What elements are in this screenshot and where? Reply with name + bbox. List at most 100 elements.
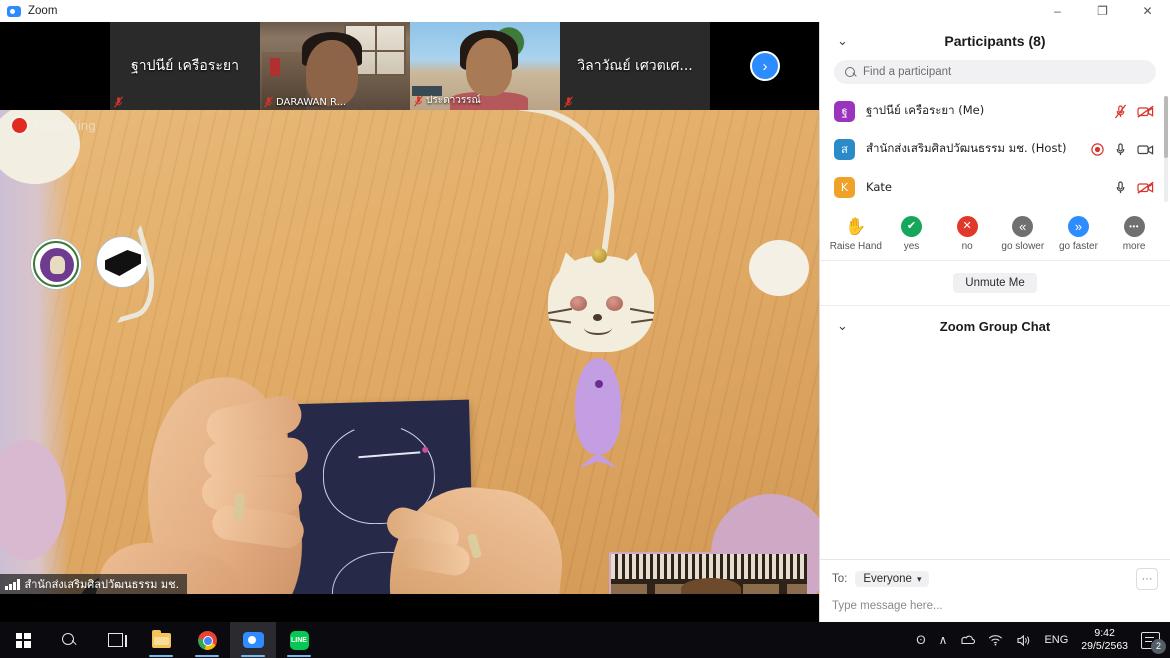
filmstrip-left-pad xyxy=(0,22,110,110)
unmute-me-button[interactable]: Unmute Me xyxy=(953,273,1037,293)
participant-row[interactable]: ส สำนักส่งเสริมศิลปวัฒนธรรม มช. (Host) xyxy=(820,130,1170,168)
chat-messages-area[interactable] xyxy=(820,346,1170,559)
window-title: Zoom xyxy=(28,5,58,17)
people-icon[interactable]: ʘ xyxy=(916,633,925,647)
taskbar-search-button[interactable] xyxy=(46,622,92,658)
right-side-panel: ⌄ Participants (8) Find a participant ฐ … xyxy=(819,22,1170,622)
search-input[interactable]: Find a participant xyxy=(863,66,951,78)
thumb-label: ประดาวรรณ์ xyxy=(414,93,481,108)
muted-mic-icon xyxy=(264,96,273,108)
recording-label: Recording xyxy=(34,118,96,133)
participant-name: สำนักส่งเสริมศิลปวัฒนธรรม มช. (Host) xyxy=(866,141,1067,155)
chevron-down-icon: ▾ xyxy=(916,573,922,584)
fish-charm-craft xyxy=(575,358,621,454)
double-chevron-right-icon: » xyxy=(1067,216,1089,237)
chevron-right-icon: › xyxy=(750,51,780,81)
chat-more-options-button[interactable]: ··· xyxy=(1136,568,1158,590)
reaction-raise-hand[interactable]: ✋ Raise Hand xyxy=(829,216,883,252)
reaction-yes[interactable]: ✔ yes xyxy=(884,216,938,252)
reaction-go-faster[interactable]: » go faster xyxy=(1051,216,1105,252)
filmstrip-thumb[interactable]: ประดาวรรณ์ xyxy=(410,22,560,110)
task-view-button[interactable] xyxy=(92,622,138,658)
decor-blob xyxy=(749,240,809,296)
search-icon xyxy=(62,633,76,647)
reaction-go-slower[interactable]: « go slower xyxy=(996,216,1050,252)
participants-header[interactable]: ⌄ Participants (8) xyxy=(820,22,1170,60)
muted-mic-icon[interactable] xyxy=(1114,104,1127,119)
recording-icon[interactable] xyxy=(1091,142,1104,156)
zoom-app-window: Zoom – ❐ ✕ ฐาปนีย์ เครือระยา DARAWAN R..… xyxy=(0,0,1170,658)
filmstrip-thumb[interactable]: วิลาวัณย์ เศวตเศ... xyxy=(560,22,710,110)
picture-in-picture-speaker[interactable] xyxy=(609,552,809,594)
shared-video-stage[interactable]: Recording สำนักส่งเสริมศิลปวัฒนธรรม มช. xyxy=(0,110,819,594)
filmstrip-thumb[interactable]: ฐาปนีย์ เครือระยา xyxy=(110,22,260,110)
clock-time: 9:42 xyxy=(1094,627,1115,639)
participants-scrollbar-thumb[interactable] xyxy=(1164,96,1168,158)
folder-icon xyxy=(151,629,171,648)
reaction-label: go faster xyxy=(1058,241,1098,252)
file-explorer-button[interactable] xyxy=(138,622,184,658)
volume-icon[interactable] xyxy=(1016,634,1031,647)
participant-status-icons xyxy=(1114,180,1154,195)
participants-list[interactable]: ฐ ฐาปนีย์ เครือระยา (Me) ส สำนักส่งเสริม… xyxy=(820,92,1170,207)
chat-message-input[interactable]: Type message here... xyxy=(832,600,1158,612)
avatar: K xyxy=(834,176,855,198)
mic-icon[interactable] xyxy=(1114,142,1127,157)
title-bar-left: Zoom xyxy=(0,5,57,17)
filmstrip-next-button[interactable]: › xyxy=(710,22,819,110)
clock[interactable]: 9:42 29/5/2563 xyxy=(1081,627,1128,653)
reaction-label: more xyxy=(1122,241,1146,252)
participant-name: Kate xyxy=(866,180,892,194)
chrome-icon xyxy=(197,630,217,650)
participant-row[interactable]: ฐ ฐาปนีย์ เครือระยา (Me) xyxy=(820,92,1170,130)
line-button[interactable]: LINE xyxy=(276,622,322,658)
start-button[interactable] xyxy=(0,622,46,658)
zoom-taskbar-button[interactable] xyxy=(230,622,276,658)
raise-hand-icon: ✋ xyxy=(845,217,867,236)
chat-title: Zoom Group Chat xyxy=(939,318,1051,334)
thumb-label: DARAWAN R... xyxy=(264,96,346,108)
chevron-down-icon[interactable]: ⌄ xyxy=(836,34,849,47)
chat-header[interactable]: ⌄ Zoom Group Chat xyxy=(820,306,1170,346)
meeting-area: ฐาปนีย์ เครือระยา DARAWAN R... ประดาวรรณ… xyxy=(0,22,819,644)
double-chevron-left-icon: « xyxy=(1012,216,1034,237)
minimize-button[interactable]: – xyxy=(1035,0,1080,22)
finger xyxy=(202,436,310,480)
filmstrip-thumb[interactable]: DARAWAN R... xyxy=(260,22,410,110)
close-button[interactable]: ✕ xyxy=(1125,0,1170,22)
participant-filmstrip[interactable]: ฐาปนีย์ เครือระยา DARAWAN R... ประดาวรรณ… xyxy=(0,22,819,110)
cat-charm-craft xyxy=(548,242,654,352)
participant-search-box[interactable]: Find a participant xyxy=(834,60,1156,84)
mic-icon[interactable] xyxy=(1114,180,1127,195)
notification-center-button[interactable]: 2 xyxy=(1141,631,1166,654)
reaction-no[interactable]: ✕ no xyxy=(940,216,994,252)
ellipsis-icon: ••• xyxy=(1123,216,1145,237)
maximize-button[interactable]: ❐ xyxy=(1080,0,1125,22)
muted-video-icon[interactable] xyxy=(1137,181,1154,194)
chrome-button[interactable] xyxy=(184,622,230,658)
participant-status-icons xyxy=(1091,142,1154,157)
onedrive-icon[interactable] xyxy=(960,634,976,646)
participant-row[interactable]: K Kate xyxy=(820,168,1170,206)
zoom-logo-icon xyxy=(7,5,21,17)
chat-recipient-dropdown[interactable]: Everyone ▾ xyxy=(855,571,930,587)
participant-search-wrap: Find a participant xyxy=(820,60,1170,92)
video-icon[interactable] xyxy=(1137,143,1154,156)
university-seal-logo xyxy=(30,238,82,290)
reactions-bar: ✋ Raise Hand ✔ yes ✕ no « go slower » go… xyxy=(820,207,1170,261)
reaction-label: go slower xyxy=(1001,241,1045,252)
wifi-icon[interactable] xyxy=(988,634,1003,646)
participant-name: ฐาปนีย์ เครือระยา (Me) xyxy=(866,103,985,117)
muted-mic-icon xyxy=(564,96,573,108)
thumb-name: ประดาวรรณ์ xyxy=(426,95,481,106)
language-indicator[interactable]: ENG xyxy=(1044,634,1068,646)
thumb-name: DARAWAN R... xyxy=(276,96,347,108)
thumb-label xyxy=(114,96,123,108)
reaction-more[interactable]: ••• more xyxy=(1107,216,1161,252)
chat-recipient-value: Everyone xyxy=(863,573,912,585)
window-title-bar: Zoom – ❐ ✕ xyxy=(0,0,1170,22)
chevron-down-icon[interactable]: ⌄ xyxy=(836,319,849,332)
show-hidden-icons-chevron[interactable]: ∧ xyxy=(939,633,948,647)
unmute-row: Unmute Me xyxy=(820,261,1170,306)
muted-video-icon[interactable] xyxy=(1137,105,1154,118)
